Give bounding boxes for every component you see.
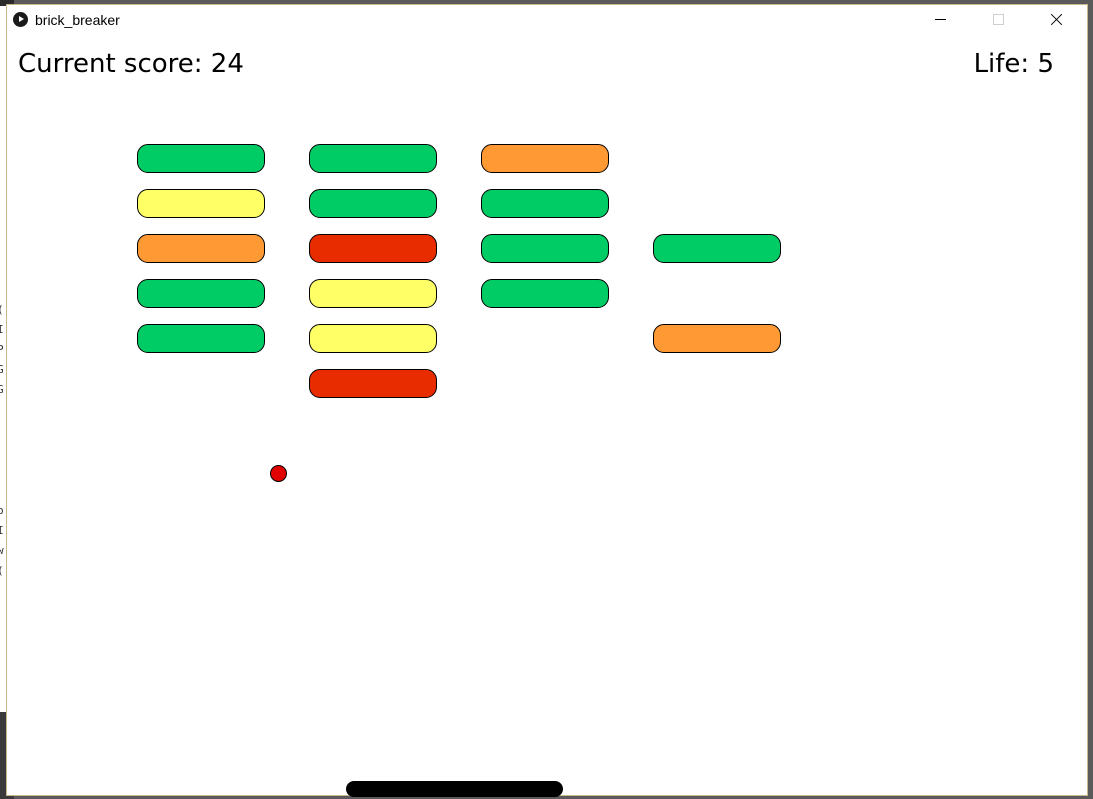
brick-orange <box>137 234 265 263</box>
ball <box>270 465 287 482</box>
game-canvas[interactable]: Current score: 24 Life: 5 <box>7 35 1087 797</box>
brick-green <box>137 324 265 353</box>
brick-green <box>481 279 609 308</box>
brick-green <box>309 144 437 173</box>
brick-green <box>481 189 609 218</box>
minimize-button[interactable] <box>917 5 963 35</box>
title-bar[interactable]: brick_breaker <box>7 5 1087 35</box>
brick-yellow <box>137 189 265 218</box>
play-icon <box>13 12 28 27</box>
brick-red <box>309 369 437 398</box>
score-label: Current score: 24 <box>18 49 244 79</box>
brick-orange <box>481 144 609 173</box>
brick-green <box>481 234 609 263</box>
brick-green <box>137 144 265 173</box>
brick-red <box>309 234 437 263</box>
brick-green <box>137 279 265 308</box>
brick-yellow <box>309 324 437 353</box>
close-button[interactable] <box>1033 5 1079 35</box>
life-label: Life: 5 <box>973 49 1054 79</box>
maximize-button[interactable] <box>975 5 1021 35</box>
paddle[interactable] <box>346 781 563 797</box>
brick-orange <box>653 324 781 353</box>
brick-green <box>653 234 781 263</box>
brick-yellow <box>309 279 437 308</box>
game-window: brick_breaker Current score: 24 Life: 5 <box>6 4 1088 797</box>
window-title: brick_breaker <box>35 12 120 28</box>
brick-green <box>309 189 437 218</box>
